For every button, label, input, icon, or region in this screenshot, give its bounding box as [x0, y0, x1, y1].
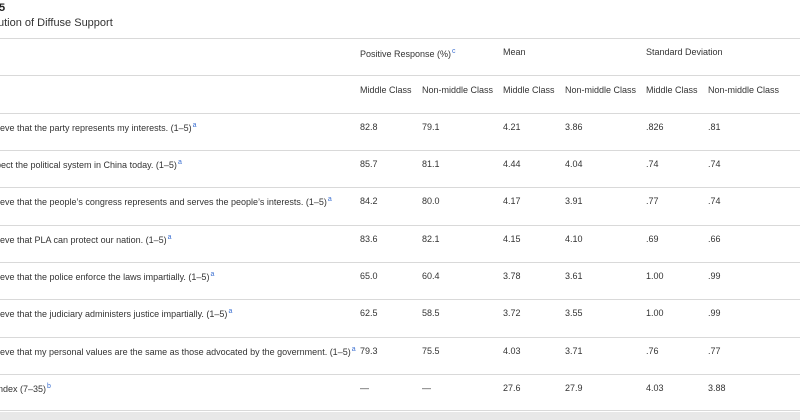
cell-sd-nonmiddle: .81 [708, 122, 721, 132]
subheader-middle-class-3: Middle Class [646, 85, 698, 95]
cell-mean-middle: 4.15 [503, 234, 521, 244]
row-label: lieve that the people’s congress represe… [0, 196, 332, 207]
cell-positive-nonmiddle: 79.1 [422, 122, 440, 132]
rule-header [0, 75, 800, 76]
cell-sd-middle: .77 [646, 196, 659, 206]
subheader-middle-class-1: Middle Class [360, 85, 412, 95]
cell-sd-middle: .69 [646, 234, 659, 244]
cell-sd-nonmiddle: .74 [708, 159, 721, 169]
row-label: lieve that the judiciary administers jus… [0, 308, 233, 319]
cell-positive-middle: 84.2 [360, 196, 378, 206]
cell-sd-nonmiddle: .99 [708, 271, 721, 281]
row-label: index (7–35)b [0, 383, 51, 394]
cell-mean-middle: 27.6 [503, 383, 521, 393]
table-title: ution of Diffuse Support [0, 17, 113, 29]
cell-mean-nonmiddle: 3.71 [565, 346, 583, 356]
cell-positive-middle: 83.6 [360, 234, 378, 244]
cell-sd-middle: 1.00 [646, 308, 664, 318]
cell-positive-nonmiddle: 75.5 [422, 346, 440, 356]
row-label: pect the political system in China today… [0, 159, 182, 170]
cell-sd-middle: .826 [646, 122, 664, 132]
rule-bottom [0, 410, 800, 411]
note-marker-a[interactable]: a [178, 159, 182, 166]
row-divider [0, 262, 800, 263]
cell-sd-middle: .74 [646, 159, 659, 169]
row-divider [0, 374, 800, 375]
cell-positive-nonmiddle: 58.5 [422, 308, 440, 318]
row-label: lieve that PLA can protect our nation. (… [0, 234, 172, 245]
row-divider [0, 150, 800, 151]
cell-positive-middle: 62.5 [360, 308, 378, 318]
cell-positive-nonmiddle: 60.4 [422, 271, 440, 281]
group-header-mean: Mean [503, 47, 526, 57]
cell-mean-nonmiddle: 4.04 [565, 159, 583, 169]
table-number: .5 [0, 2, 6, 14]
cell-sd-middle: .76 [646, 346, 659, 356]
note-marker-a[interactable]: a [193, 122, 197, 129]
cell-positive-middle: 85.7 [360, 159, 378, 169]
cell-positive-nonmiddle: 81.1 [422, 159, 440, 169]
note-marker-a[interactable]: a [352, 346, 356, 353]
cell-mean-nonmiddle: 4.10 [565, 234, 583, 244]
cell-mean-middle: 4.44 [503, 159, 521, 169]
cell-sd-middle: 4.03 [646, 383, 664, 393]
note-marker-c[interactable]: c [452, 48, 456, 55]
rule-top [0, 38, 800, 39]
cell-positive-nonmiddle: — [422, 383, 431, 393]
cell-mean-middle: 3.78 [503, 271, 521, 281]
cell-sd-nonmiddle: .77 [708, 346, 721, 356]
cell-positive-nonmiddle: 82.1 [422, 234, 440, 244]
row-divider [0, 337, 800, 338]
group-header-positive: Positive Response (%)c [360, 48, 456, 59]
cell-mean-nonmiddle: 3.61 [565, 271, 583, 281]
row-label: lieve that the police enforce the laws i… [0, 271, 215, 282]
cell-sd-nonmiddle: .66 [708, 234, 721, 244]
group-header-sd: Standard Deviation [646, 47, 723, 57]
row-label: lieve that my personal values are the sa… [0, 346, 356, 357]
subheader-middle-class-2: Middle Class [503, 85, 555, 95]
horizontal-scrollbar[interactable] [0, 412, 800, 420]
cell-positive-middle: 79.3 [360, 346, 378, 356]
row-label: lieve that the party represents my inter… [0, 122, 197, 133]
note-marker-a[interactable]: a [228, 308, 232, 315]
subheader-non-middle-class-3: Non-middle Class [708, 85, 780, 95]
cell-sd-middle: 1.00 [646, 271, 664, 281]
cell-mean-middle: 4.21 [503, 122, 521, 132]
subheader-non-middle-class-1: Non-middle Class [422, 85, 494, 95]
cell-mean-nonmiddle: 27.9 [565, 383, 583, 393]
cell-positive-middle: 65.0 [360, 271, 378, 281]
cell-positive-nonmiddle: 80.0 [422, 196, 440, 206]
cell-sd-nonmiddle: 3.88 [708, 383, 726, 393]
cell-mean-middle: 4.17 [503, 196, 521, 206]
note-marker-b[interactable]: b [47, 383, 51, 390]
cell-positive-middle: 82.8 [360, 122, 378, 132]
note-marker-a[interactable]: a [210, 271, 214, 278]
note-marker-a[interactable]: a [168, 234, 172, 241]
cell-sd-nonmiddle: .99 [708, 308, 721, 318]
cell-mean-nonmiddle: 3.91 [565, 196, 583, 206]
row-divider [0, 299, 800, 300]
table-page: .5 ution of Diffuse Support Positive Res… [0, 0, 800, 420]
cell-sd-nonmiddle: .74 [708, 196, 721, 206]
row-divider [0, 187, 800, 188]
rule-subheader [0, 113, 800, 114]
row-divider [0, 225, 800, 226]
cell-mean-nonmiddle: 3.86 [565, 122, 583, 132]
cell-mean-nonmiddle: 3.55 [565, 308, 583, 318]
cell-mean-middle: 4.03 [503, 346, 521, 356]
subheader-non-middle-class-2: Non-middle Class [565, 85, 637, 95]
note-marker-a[interactable]: a [328, 196, 332, 203]
cell-positive-middle: — [360, 383, 369, 393]
cell-mean-middle: 3.72 [503, 308, 521, 318]
